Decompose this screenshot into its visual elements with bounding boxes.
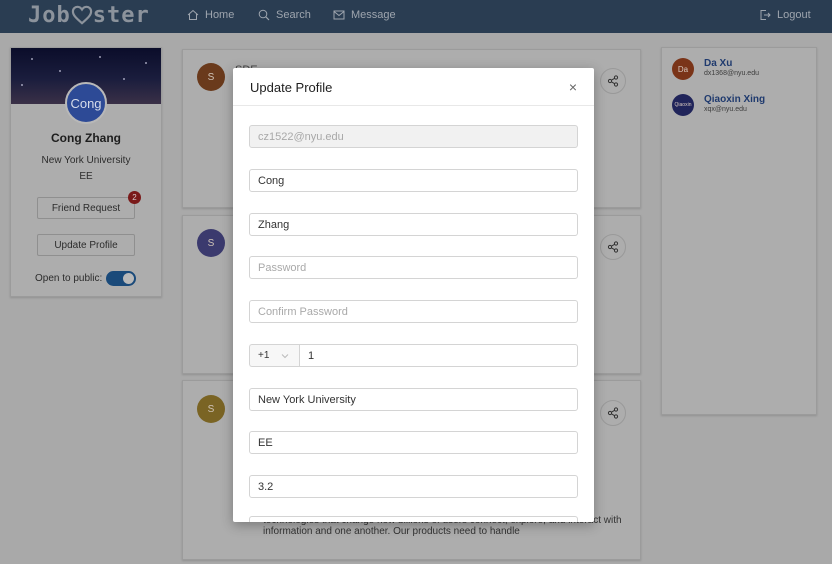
update-profile-modal: Update Profile × cz1522@nyu.edu Cong Zha… xyxy=(233,68,594,522)
nav-home-label: Home xyxy=(205,9,235,21)
profile-department: EE xyxy=(79,171,93,182)
friend-avatar[interactable]: Da xyxy=(672,58,694,80)
friend-name[interactable]: Da Xu xyxy=(704,58,759,69)
profile-card: Cong Cong Zhang New York University EE F… xyxy=(10,47,162,297)
mail-icon xyxy=(333,10,345,20)
share-button[interactable] xyxy=(600,400,626,426)
post-avatar[interactable]: S xyxy=(197,395,225,423)
friend-item[interactable]: Da Da Xu dx1368@nyu.edu xyxy=(672,58,759,80)
logout-button[interactable]: Logout xyxy=(759,9,811,21)
friend-avatar[interactable]: Qiaoxin xyxy=(672,94,694,116)
logout-label: Logout xyxy=(777,9,811,21)
heart-logo-icon xyxy=(71,5,92,25)
home-icon xyxy=(187,9,199,20)
post-avatar[interactable]: S xyxy=(197,63,225,91)
share-icon xyxy=(607,407,619,419)
profile-university: New York University xyxy=(41,155,131,166)
share-button[interactable] xyxy=(600,68,626,94)
logo[interactable]: Job ster xyxy=(28,3,150,28)
public-label: Open to public: xyxy=(35,273,103,284)
password-field[interactable]: Password xyxy=(249,256,578,279)
logo-text-right: ster xyxy=(92,3,150,28)
post-avatar[interactable]: S xyxy=(197,229,225,257)
logout-icon xyxy=(760,10,771,20)
nav-message[interactable]: Message xyxy=(333,9,396,21)
search-icon xyxy=(258,9,270,21)
email-field[interactable]: cz1522@nyu.edu xyxy=(249,125,578,148)
update-profile-label: Update Profile xyxy=(54,239,118,251)
profile-name: Cong Zhang xyxy=(51,131,121,145)
public-toggle[interactable] xyxy=(106,271,137,286)
next-field[interactable] xyxy=(249,516,578,522)
first-name-field[interactable]: Cong xyxy=(249,169,578,192)
friend-request-button[interactable]: Friend Request xyxy=(37,197,135,219)
friend-request-badge: 2 xyxy=(128,191,141,204)
share-button[interactable] xyxy=(600,234,626,260)
phone-field[interactable]: 1 xyxy=(299,344,578,367)
friends-card: Da Da Xu dx1368@nyu.edu Qiaoxin Qiaoxin … xyxy=(661,47,817,415)
nav-home[interactable]: Home xyxy=(187,9,234,21)
logo-text-left: Job xyxy=(28,3,71,28)
department-field[interactable]: EE xyxy=(249,431,578,454)
profile-avatar[interactable]: Cong xyxy=(65,82,107,124)
public-toggle-row: Open to public: xyxy=(35,271,137,286)
share-icon xyxy=(607,241,619,253)
country-code-select[interactable]: +1 xyxy=(249,344,299,367)
country-code-value: +1 xyxy=(258,350,270,361)
friend-item[interactable]: Qiaoxin Qiaoxin Xing xqx@nyu.edu xyxy=(672,94,765,116)
top-navbar: Job ster Home Search Message Logout xyxy=(0,0,832,33)
friend-email: xqx@nyu.edu xyxy=(704,106,747,113)
gpa-field[interactable]: 3.2 xyxy=(249,475,578,498)
nav-message-label: Message xyxy=(351,9,396,21)
share-icon xyxy=(607,75,619,87)
close-icon[interactable]: × xyxy=(566,80,580,94)
nav-search[interactable]: Search xyxy=(258,9,311,21)
friend-request-label: Friend Request xyxy=(51,202,121,214)
modal-title: Update Profile xyxy=(250,80,333,95)
university-field[interactable]: New York University xyxy=(249,388,578,411)
nav-search-label: Search xyxy=(276,9,311,21)
chevron-down-icon xyxy=(282,353,289,358)
friend-email: dx1368@nyu.edu xyxy=(704,70,759,77)
friend-name[interactable]: Qiaoxin Xing xyxy=(704,94,765,105)
modal-header: Update Profile × xyxy=(233,68,594,106)
confirm-password-field[interactable]: Confirm Password xyxy=(249,300,578,323)
update-profile-button[interactable]: Update Profile xyxy=(37,234,135,256)
last-name-field[interactable]: Zhang xyxy=(249,213,578,236)
phone-row: +1 1 xyxy=(249,344,578,367)
